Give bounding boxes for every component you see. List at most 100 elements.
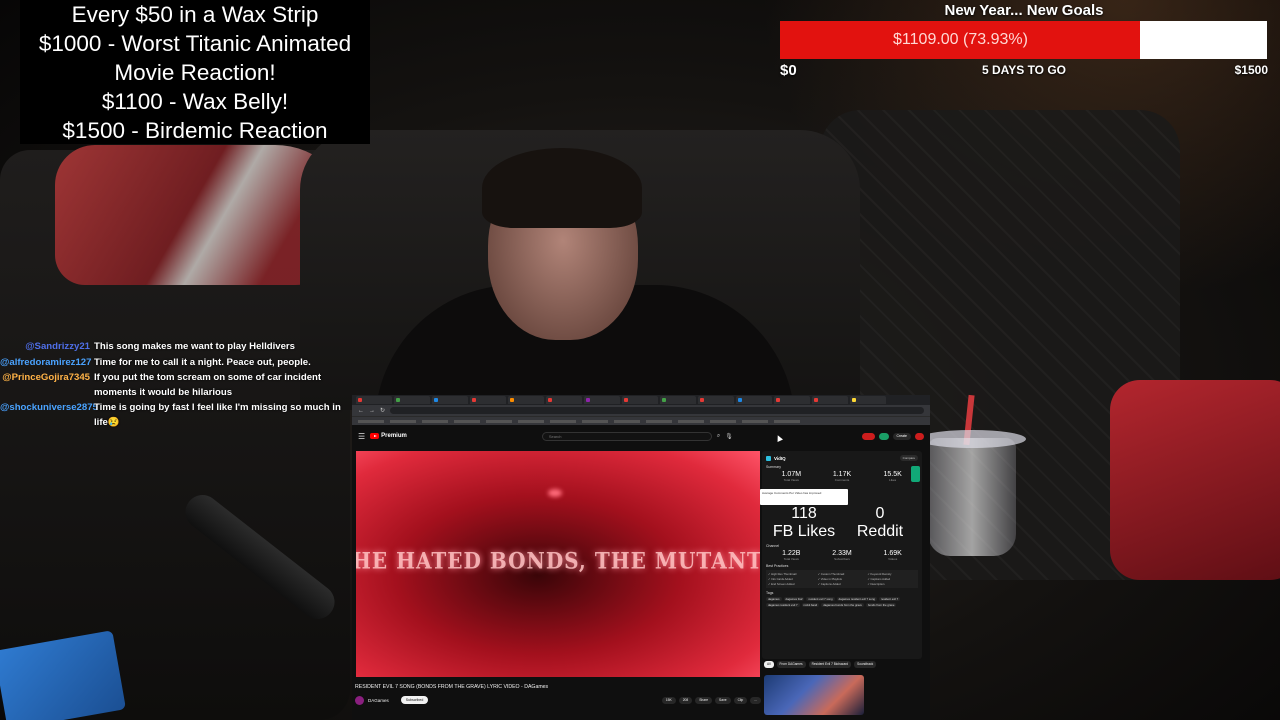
channel-name[interactable]: DAGames: [368, 698, 389, 703]
bookmark-item[interactable]: [742, 419, 768, 423]
donation-amount: $1109.00 (73.93%): [893, 31, 1028, 48]
video-action-button[interactable]: 15K: [661, 696, 676, 704]
bookmark-item[interactable]: [774, 419, 800, 423]
youtube-logo[interactable]: Premium: [370, 433, 407, 439]
voice-search-icon[interactable]: 🎙: [725, 433, 733, 440]
tag-chip[interactable]: rockit band: [801, 603, 820, 607]
browser-tab[interactable]: [508, 396, 544, 404]
create-button[interactable]: Create: [892, 432, 912, 440]
browser-tab[interactable]: [660, 396, 696, 404]
best-practice-item: ✓ Captions Added: [867, 577, 891, 581]
search-input[interactable]: Search: [541, 431, 712, 441]
stat-cell: 2.33M Subscribers: [817, 550, 868, 561]
subscribe-button[interactable]: Subscribed: [400, 696, 429, 704]
tag-chip[interactable]: dagames resident evil 7 song: [836, 597, 877, 601]
bookmark-item[interactable]: [550, 419, 576, 423]
extension-button[interactable]: [861, 432, 875, 440]
bookmark-item[interactable]: [614, 419, 640, 423]
recommended-thumbnail[interactable]: [764, 675, 864, 715]
goal-line: $1000 - Worst Titanic Animated: [38, 31, 352, 56]
donation-goal-widget: New Year... New Goals $1109.00 (73.93%) …: [780, 0, 1268, 82]
stat-value: 1.17K: [832, 471, 852, 478]
browser-tab[interactable]: [812, 396, 848, 404]
browser-tab[interactable]: [622, 396, 658, 404]
address-bar[interactable]: [390, 407, 924, 414]
browser-tab[interactable]: [432, 396, 468, 404]
bookmark-item[interactable]: [678, 419, 704, 423]
bookmark-item[interactable]: [390, 419, 416, 423]
stat-label: Total Views: [783, 478, 799, 482]
browser-tab[interactable]: [774, 396, 810, 404]
search-icon[interactable]: ⌕: [717, 433, 720, 440]
browser-window-capture: ← → ↻ ☰ Premium Search ⌕ 🎙 Create HE HAT…: [352, 395, 930, 720]
tag-chip[interactable]: resident evil 7 song: [806, 597, 835, 601]
drink-cup: [928, 438, 1016, 556]
stat-value: 1.07M: [781, 471, 802, 478]
channel-label: Channel: [766, 544, 780, 548]
video-action-button[interactable]: 208: [678, 696, 693, 704]
vidiq-score-badge: [911, 466, 920, 482]
reload-icon[interactable]: ↻: [380, 407, 385, 414]
video-action-button[interactable]: Share: [695, 696, 713, 704]
tab-favicon-icon: [624, 398, 628, 402]
tag-chip[interactable]: resident evil 7: [878, 597, 901, 601]
tag-chip[interactable]: bonds from the grave: [865, 603, 897, 607]
hamburger-menu-icon[interactable]: ☰: [358, 432, 365, 441]
chat-message: @Sandrizzy21 This song makes me want to p…: [0, 340, 345, 355]
bookmark-item[interactable]: [454, 419, 480, 423]
goal-line: $1500 - Birdemic Reaction: [62, 118, 328, 143]
stat-cell: 1.17K Comments: [817, 471, 868, 482]
donation-goal-title: New Year... New Goals: [944, 2, 1104, 19]
tag-chip[interactable]: dagames resident evil 7: [766, 603, 800, 607]
best-practices-label: Best Practices: [766, 564, 789, 568]
tab-favicon-icon: [586, 398, 590, 402]
chat-text: Time is going by fast I feel like I'm mi…: [94, 402, 341, 428]
tag-chip[interactable]: dagames fnaf: [783, 597, 805, 601]
filter-chip[interactable]: From DAGames: [776, 661, 806, 668]
bookmark-item[interactable]: [646, 419, 672, 423]
browser-tab[interactable]: [698, 396, 734, 404]
tag-chip[interactable]: dagames: [766, 597, 782, 601]
video-title: RESIDENT EVIL 7 SONG (BONDS FROM THE GRA…: [355, 684, 549, 690]
tag-chip[interactable]: dagames bonds from the grave: [821, 603, 864, 607]
browser-tab[interactable]: [356, 396, 392, 404]
chat-message: @alfredoramirez127 Time for me to call it…: [0, 356, 345, 371]
bookmark-item[interactable]: [422, 419, 448, 423]
bookmark-item[interactable]: [518, 419, 544, 423]
filter-chip[interactable]: All: [764, 661, 774, 668]
goal-line: Movie Reaction!: [114, 60, 276, 85]
stat-label: FB Likes: [772, 523, 836, 540]
bookmark-item[interactable]: [582, 419, 608, 423]
streamer-hair: [482, 148, 642, 228]
channel-row: DAGames Subscribed 15K 208 Share Save Clip..…: [355, 693, 761, 707]
recommended-video[interactable]: [764, 675, 922, 715]
video-player[interactable]: HE HATED BONDS, THE MUTANT'S EYE: [356, 451, 760, 677]
video-lyric-text: HE HATED BONDS, THE MUTANT'S EYE: [356, 547, 760, 575]
tab-favicon-icon: [814, 398, 818, 402]
filter-chip[interactable]: Soundtrack: [854, 661, 877, 668]
browser-tab[interactable]: [584, 396, 620, 404]
vidiq-toggle-button[interactable]: [878, 432, 889, 440]
bookmark-item[interactable]: [486, 419, 512, 423]
compare-button[interactable]: Compare: [899, 455, 918, 461]
video-action-button[interactable]: Clip: [733, 696, 748, 704]
channel-avatar[interactable]: [355, 695, 364, 705]
browser-tab[interactable]: [736, 396, 772, 404]
video-action-button[interactable]: Save: [715, 696, 731, 704]
tab-favicon-icon: [738, 398, 742, 402]
best-practice-item: ✓ Video in Playlists: [817, 577, 842, 581]
browser-tab[interactable]: [470, 396, 506, 404]
bookmark-item[interactable]: [358, 419, 384, 423]
stat-label: Reddit: [856, 523, 904, 540]
browser-tab[interactable]: [850, 396, 886, 404]
notifications-icon[interactable]: [915, 432, 924, 440]
browser-tab[interactable]: [394, 396, 430, 404]
forward-icon[interactable]: →: [369, 408, 375, 414]
bookmark-item[interactable]: [710, 419, 736, 423]
tab-favicon-icon: [776, 398, 780, 402]
video-action-button[interactable]: ...: [750, 696, 761, 704]
stat-cell: 118 FB Likes: [766, 505, 842, 541]
filter-chip[interactable]: Resident Evil 7 Biohazard: [808, 661, 852, 668]
back-icon[interactable]: ←: [358, 408, 364, 414]
browser-tab[interactable]: [546, 396, 582, 404]
